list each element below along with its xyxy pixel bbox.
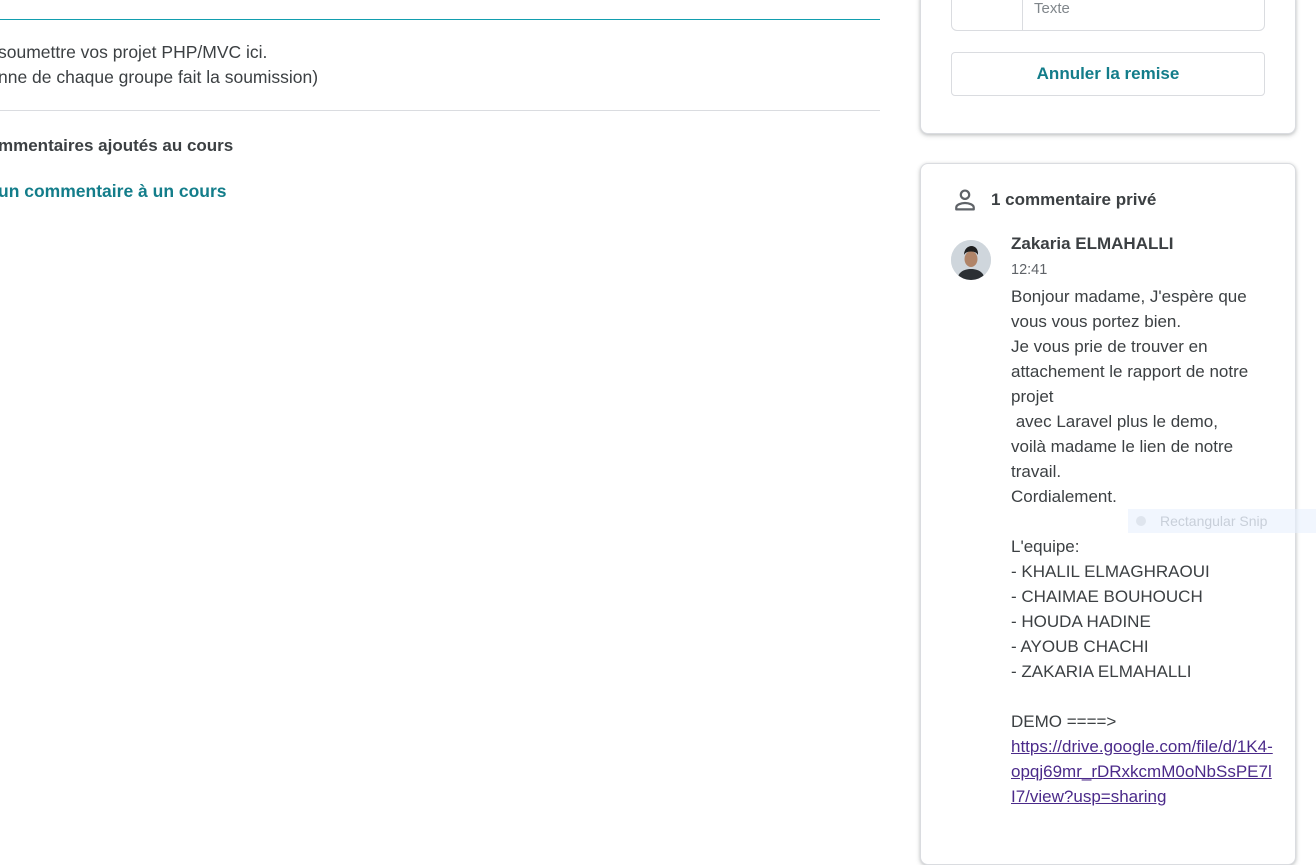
field-divider bbox=[1022, 0, 1023, 30]
comment-line: - HOUDA HADINE bbox=[1011, 612, 1151, 631]
snip-label: Rectangular Snip bbox=[1160, 513, 1268, 529]
comment-line: vous vous portez bien. bbox=[1011, 312, 1182, 331]
comment-line: projet bbox=[1011, 387, 1054, 406]
attachment-text-field[interactable]: Texte bbox=[951, 0, 1265, 31]
comment-line: travail. bbox=[1011, 462, 1062, 481]
private-comments-header: 1 commentaire privé bbox=[951, 186, 1156, 214]
comment-time: 12:41 bbox=[1011, 262, 1048, 278]
comment-line: - ZAKARIA ELMAHALLI bbox=[1011, 662, 1192, 681]
snip-tool-overlay: Rectangular Snip bbox=[1128, 509, 1316, 533]
add-class-comment-link[interactable]: un commentaire à un cours bbox=[0, 181, 227, 202]
comment-line: - CHAIMAE BOUHOUCH bbox=[1011, 587, 1203, 606]
comment-body: Bonjour madame, J'espère que vous vous p… bbox=[1011, 284, 1273, 809]
person-icon bbox=[955, 189, 975, 211]
comment-line: avec Laravel plus le demo, bbox=[1011, 412, 1218, 431]
comment-line: - AYOUB CHACHI bbox=[1011, 637, 1149, 656]
comment-line: DEMO ====> bbox=[1011, 712, 1117, 731]
section-divider bbox=[0, 110, 880, 111]
unsubmit-button[interactable]: Annuler la remise bbox=[951, 52, 1265, 96]
comment-line: attachement le rapport de notre bbox=[1011, 362, 1249, 381]
private-comments-title: 1 commentaire privé bbox=[991, 190, 1157, 209]
assignment-description: soumettre vos projet PHP/MVC ici. nne de… bbox=[0, 40, 318, 90]
demo-link[interactable]: https://drive.google.com/file/d/1K4-opqj… bbox=[1011, 734, 1273, 809]
avatar bbox=[951, 240, 991, 280]
comment-line: - KHALIL ELMAGHRAOUI bbox=[1011, 562, 1210, 581]
assignment-details: soumettre vos projet PHP/MVC ici. nne de… bbox=[0, 0, 880, 832]
user-photo-icon bbox=[951, 240, 991, 280]
text-field-label: Texte bbox=[1034, 0, 1070, 17]
snip-icon bbox=[1136, 516, 1146, 526]
comment-line: voilà madame le lien de notre bbox=[1011, 437, 1234, 456]
comment-line: Je vous prie de trouver en bbox=[1011, 337, 1208, 356]
description-line: soumettre vos projet PHP/MVC ici. bbox=[0, 42, 268, 62]
description-line: nne de chaque groupe fait la soumission) bbox=[0, 67, 319, 87]
comment-author: Zakaria ELMAHALLI bbox=[1011, 234, 1174, 253]
your-work-card: Texte Annuler la remise bbox=[920, 0, 1296, 134]
comment-line: Bonjour madame, J'espère que bbox=[1011, 287, 1247, 306]
class-comments-heading: mmentaires ajoutés au cours bbox=[0, 136, 234, 155]
comment-line: Cordialement. bbox=[1011, 487, 1117, 506]
comment-line: L'equipe: bbox=[1011, 537, 1080, 556]
comment-line bbox=[1011, 684, 1273, 709]
header-divider bbox=[0, 19, 880, 20]
